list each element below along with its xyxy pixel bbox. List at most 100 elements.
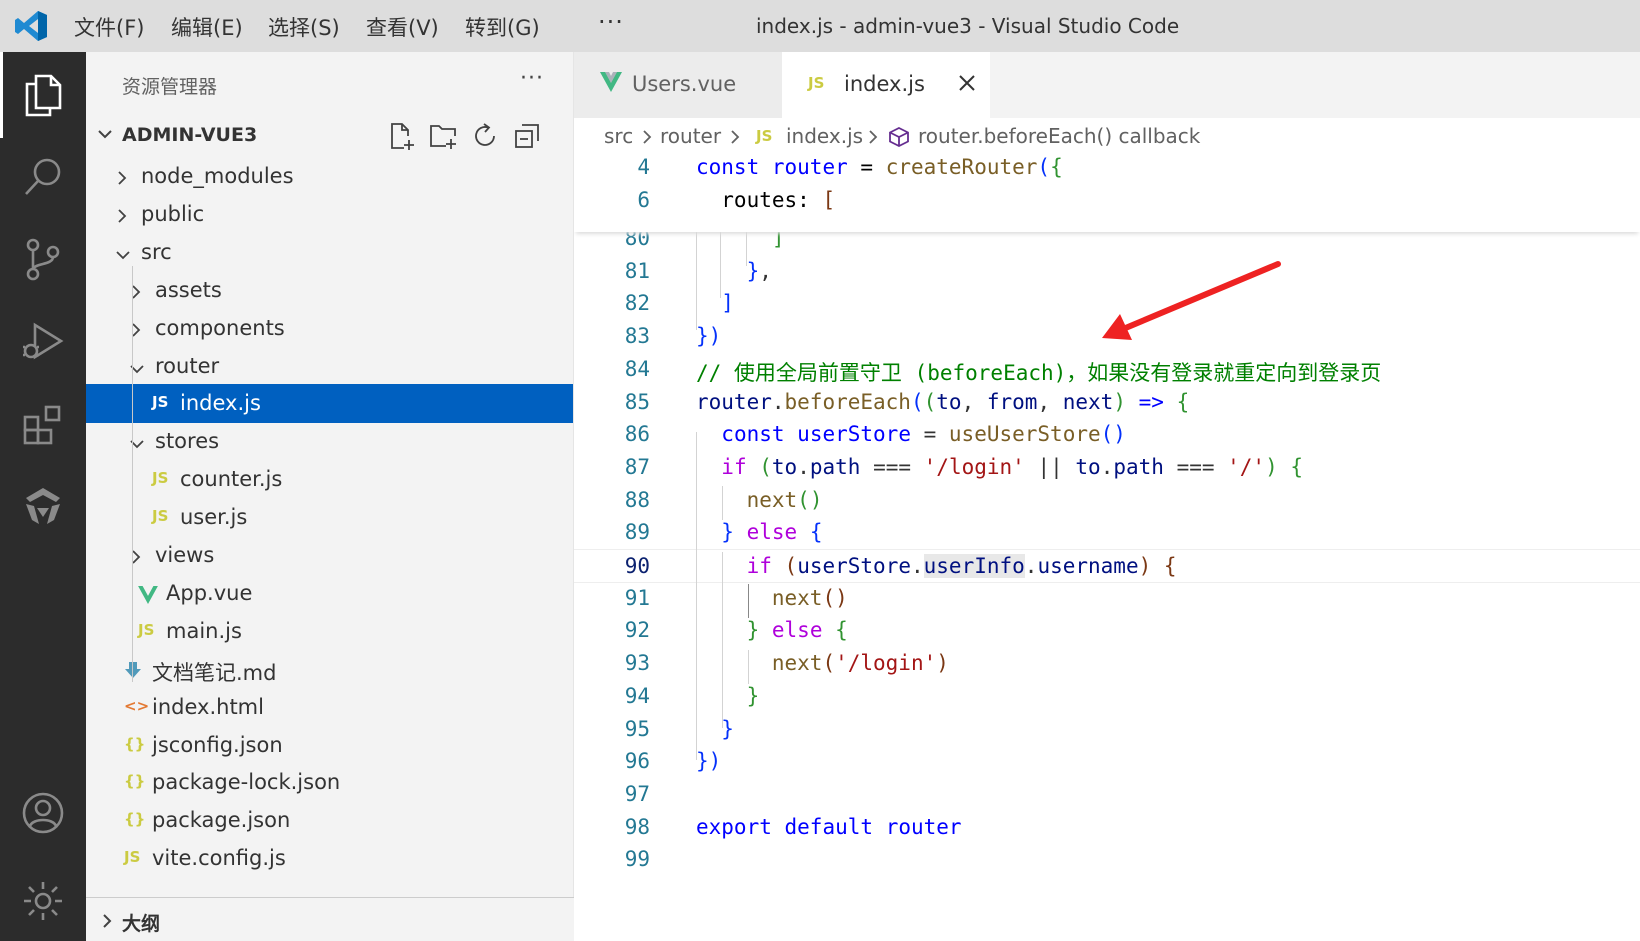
indent-guide [748,650,749,684]
menu-file[interactable]: 文件(F) [74,12,144,42]
menu-edit[interactable]: 编辑(E) [171,12,243,42]
tab-index-js[interactable]: JS index.js [782,52,990,118]
tree-item-node-modules[interactable]: node_modules [86,157,573,196]
code-text: if (userStore.userInfo.username) { [746,554,1177,578]
sticky-line: 6 routes: [ [574,184,1640,218]
project-header[interactable]: ADMIN-VUE3 [86,116,573,154]
activity-settings[interactable] [0,858,86,941]
code-editor[interactable]: 4 const router = createRouter({ 6 routes… [574,156,1640,941]
line-number: 4 [637,156,650,179]
tab-label: Users.vue [632,72,737,96]
tree-item-label: assets [155,278,222,302]
tree-item-vite-config-js[interactable]: JS vite.config.js [86,839,573,878]
sticky-scroll[interactable]: 4 const router = createRouter({ 6 routes… [574,156,1640,232]
breadcrumb-src[interactable]: src [604,124,633,148]
outline-title: 大纲 [122,913,161,935]
editor-tabs: Users.vue JS index.js [574,52,1640,118]
refresh-icon[interactable] [470,121,500,151]
tree-item-label: index.html [152,695,264,719]
line-number: 92 [624,618,650,642]
tree-item-main-js[interactable]: JS main.js [86,612,573,651]
source-control-icon [26,238,60,281]
indent-guide-active [748,584,749,618]
tree-item-router[interactable]: router [86,347,573,386]
tree-item-components[interactable]: components [86,309,573,348]
explorer-more-button[interactable]: ··· [520,66,544,91]
breadcrumb-router[interactable]: router [660,124,721,148]
html-file-icon: <> [124,697,150,715]
chevron-right-icon [643,130,652,144]
line-number: 90 [624,554,650,578]
chevron-right-icon [731,130,740,144]
breadcrumb-file[interactable]: index.js [786,124,863,148]
chevron-right-icon [114,168,130,192]
line-number: 91 [624,586,650,610]
activity-search[interactable] [0,134,86,220]
chevron-right-icon [128,282,144,306]
code-text: } else { [746,618,848,642]
menu-more-button[interactable]: ··· [598,8,624,36]
menu-view[interactable]: 查看(V) [366,12,439,42]
outline-section[interactable]: 大纲 [86,897,574,941]
method-cube-icon [889,126,909,148]
code-text: }) [696,749,722,773]
tree-indent-guide [132,266,133,682]
activity-run-debug[interactable] [0,298,86,384]
js-file-icon: JS [138,621,155,639]
menu-go[interactable]: 转到(G) [465,12,540,42]
tree-item-assets[interactable]: assets [86,271,573,310]
tree-item-src[interactable]: src [86,233,573,272]
remote-icon [26,488,60,524]
new-file-icon[interactable] [386,121,416,151]
code-text: next() [771,586,848,610]
tree-item-user-js[interactable]: JS user.js [86,498,573,537]
tree-item-index-html[interactable]: <> index.html [86,688,573,727]
tree-item-label: node_modules [141,164,294,188]
tree-item-label: views [155,543,215,567]
menu-selection[interactable]: 选择(S) [268,12,340,42]
chevron-down-icon [114,244,132,268]
code-line: 87 if (to.path === '/login' || to.path =… [574,451,1640,485]
indent-guide [722,552,723,728]
tree-item-package-json[interactable]: {} package.json [86,801,573,840]
activity-extensions[interactable] [0,382,86,468]
tree-item-app-vue[interactable]: App.vue [86,574,573,613]
new-folder-icon[interactable] [428,121,458,151]
tree-item-public[interactable]: public [86,195,573,234]
breadcrumb-symbol[interactable]: router.beforeEach() callback [918,124,1200,148]
tree-item-index-js[interactable]: JS index.js [86,384,573,423]
tree-item-label: package-lock.json [152,770,341,794]
tree-item-package-lock-json[interactable]: {} package-lock.json [86,763,573,802]
tree-item--md[interactable]: 文档笔记.md [86,650,573,689]
line-number: 83 [624,324,650,348]
activity-source-control[interactable] [0,216,86,302]
js-file-icon: JS [808,74,825,92]
tree-item-stores[interactable]: stores [86,422,573,461]
close-icon[interactable] [958,74,976,92]
collapse-all-icon[interactable] [512,121,542,151]
search-icon [25,158,61,195]
code-text: } [746,684,760,708]
activity-remote[interactable] [0,464,86,550]
js-file-icon: JS [152,469,169,487]
explorer-icon [25,74,62,117]
run-debug-icon [23,322,64,360]
chevron-right-icon [128,547,144,571]
code-text: }, [746,259,772,283]
code-text: const userStore = useUserStore() [721,422,1126,446]
activity-explorer[interactable] [0,52,86,138]
tree-item-counter-js[interactable]: JS counter.js [86,460,573,499]
tree-item-views[interactable]: views [86,536,573,575]
code-line: 88 next() [574,484,1640,518]
chevron-right-icon [103,914,112,928]
activity-account[interactable] [0,770,86,856]
code-line: 85 router.beforeEach((to, from, next) => … [574,386,1640,420]
code-line: 94 } [574,680,1640,714]
tree-item-label: App.vue [166,581,253,605]
vue-file-icon [138,586,158,608]
line-number: 94 [624,684,650,708]
code-text: export default router [696,815,962,839]
tree-item-jsconfig-json[interactable]: {} jsconfig.json [86,726,573,765]
tab-users-vue[interactable]: Users.vue [574,52,782,118]
extensions-icon [23,405,61,445]
